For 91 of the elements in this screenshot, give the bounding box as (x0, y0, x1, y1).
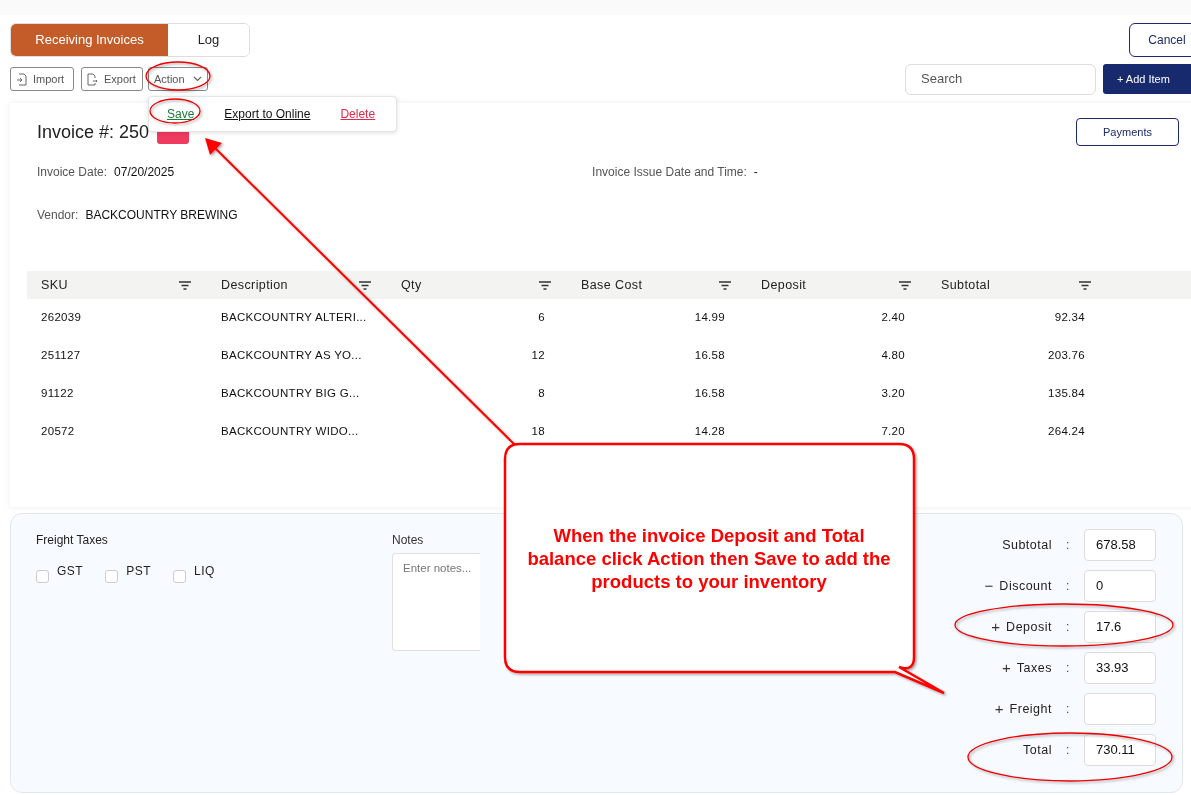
table-cell-text: 20572 (41, 424, 75, 440)
checkbox[interactable] (173, 570, 186, 583)
tab[interactable]: Receiving Invoices (11, 24, 168, 56)
table-cell-text: 262039 (41, 310, 82, 326)
table-cell-text: 92.34 (1054, 310, 1085, 326)
filter-icon[interactable] (359, 280, 371, 290)
filter-icon[interactable] (539, 280, 551, 290)
total-field[interactable]: 678.58 (1084, 529, 1156, 561)
total-label: Total (1023, 741, 1052, 759)
total-label: Deposit (1006, 618, 1052, 636)
sign: − (984, 575, 994, 596)
table-cell-text: 135.84 (1048, 386, 1085, 402)
payments-button[interactable]: Payments (1076, 118, 1179, 146)
table-cell-text: 4.80 (881, 348, 905, 364)
total-field[interactable]: 33.93 (1084, 652, 1156, 684)
checkbox-label: LIQ (194, 563, 215, 580)
table-cell-text: 14.99 (694, 310, 725, 326)
table-cell-text: 91122 (41, 386, 74, 402)
table-cell-text: 2.40 (881, 310, 905, 326)
colon: : (1066, 537, 1071, 554)
table-cell-text: 6 (538, 310, 545, 326)
column-header: Base Cost (581, 276, 643, 294)
total-field[interactable]: 0 (1084, 570, 1156, 602)
total-field[interactable] (1084, 693, 1156, 725)
table-cell-text: 7.20 (881, 424, 905, 440)
colon: : (1066, 660, 1071, 677)
checkbox-label: PST (126, 563, 151, 580)
colon: : (1066, 742, 1071, 759)
vendor-value: BACKCOUNTRY BREWING (85, 207, 238, 224)
file-import-icon (16, 72, 27, 86)
total-field[interactable]: 17.6 (1084, 611, 1156, 643)
sign: + (1002, 657, 1011, 678)
table-cell-text: BACKCOUNTRY WIDO... (221, 424, 359, 440)
table-cell-text: BACKCOUNTRY AS YO... (221, 348, 362, 364)
import-button[interactable]: Import (10, 67, 74, 91)
total-field[interactable]: 730.11 (1084, 734, 1156, 766)
table-cell-text: 18 (531, 424, 545, 440)
colon: : (1066, 701, 1071, 718)
total-label: Subtotal (1002, 536, 1052, 554)
total-label: Discount (999, 577, 1052, 595)
column-header: SKU (41, 276, 68, 294)
menu-link[interactable]: Save (167, 105, 195, 123)
column-header: Subtotal (941, 276, 991, 294)
issue-date-label: Invoice Issue Date and Time: (592, 164, 747, 181)
sign: + (991, 616, 1001, 637)
highlight-ellipse (149, 98, 201, 124)
notes-label: Notes (392, 532, 424, 549)
filter-icon[interactable] (899, 280, 911, 290)
column-header: Deposit (761, 276, 807, 294)
table-cell-text: 251127 (41, 348, 81, 364)
invoice-date-value: 07/20/2025 (114, 164, 175, 181)
notes-field[interactable]: Enter notes... (392, 553, 480, 651)
highlight-ellipse (145, 61, 211, 91)
table-cell-text: 12 (531, 348, 545, 364)
table-cell-text: 203.76 (1048, 348, 1085, 364)
sign: + (994, 698, 1004, 719)
table-cell-text: BACKCOUNTRY BIG G... (221, 386, 360, 402)
filter-icon[interactable] (719, 280, 731, 290)
table-cell-text: 14.28 (694, 424, 725, 440)
column-header: Description (221, 276, 288, 294)
menu-link[interactable]: Export to Online (224, 105, 311, 123)
filter-icon[interactable] (179, 280, 191, 290)
table-cell-text: 264.24 (1048, 424, 1085, 440)
add-item-button[interactable]: + Add Item (1103, 64, 1191, 94)
table-cell-text: 3.20 (881, 386, 905, 402)
chevron-icon (193, 76, 202, 82)
total-label: Taxes (1016, 659, 1052, 677)
table-cell-text: 8 (538, 386, 545, 402)
colon: : (1066, 578, 1071, 595)
column-header: Qty (401, 276, 422, 294)
checkbox-label: GST (57, 563, 84, 580)
export-button[interactable]: Export (81, 67, 143, 91)
filter-icon[interactable] (1079, 280, 1091, 290)
search-field[interactable]: Search (905, 63, 1096, 95)
issue-date-value: - (753, 164, 758, 181)
colon: : (1066, 619, 1071, 636)
table-cell-text: 16.58 (694, 348, 725, 364)
file-export-icon (87, 72, 98, 86)
checkbox[interactable] (36, 570, 49, 583)
cancel-button[interactable]: Cancel (1129, 23, 1191, 57)
total-label: Freight (1009, 700, 1052, 718)
table-cell-text: 16.58 (694, 386, 725, 402)
checkbox[interactable] (105, 570, 119, 583)
menu-link[interactable]: Delete (340, 105, 376, 123)
action-dropdown[interactable]: Action (148, 67, 208, 91)
invoice-title: Invoice #: 250 (37, 120, 150, 144)
table-cell-text: BACKCOUNTRY ALTERI... (221, 310, 367, 326)
callout-text: When the invoice Deposit and Total balance click Action then Save to add the products to your inventory (526, 524, 892, 593)
invoice-date-label: Invoice Date: (37, 164, 108, 181)
freight-taxes-title: Freight Taxes (36, 532, 109, 549)
vendor-label: Vendor: (37, 207, 79, 224)
